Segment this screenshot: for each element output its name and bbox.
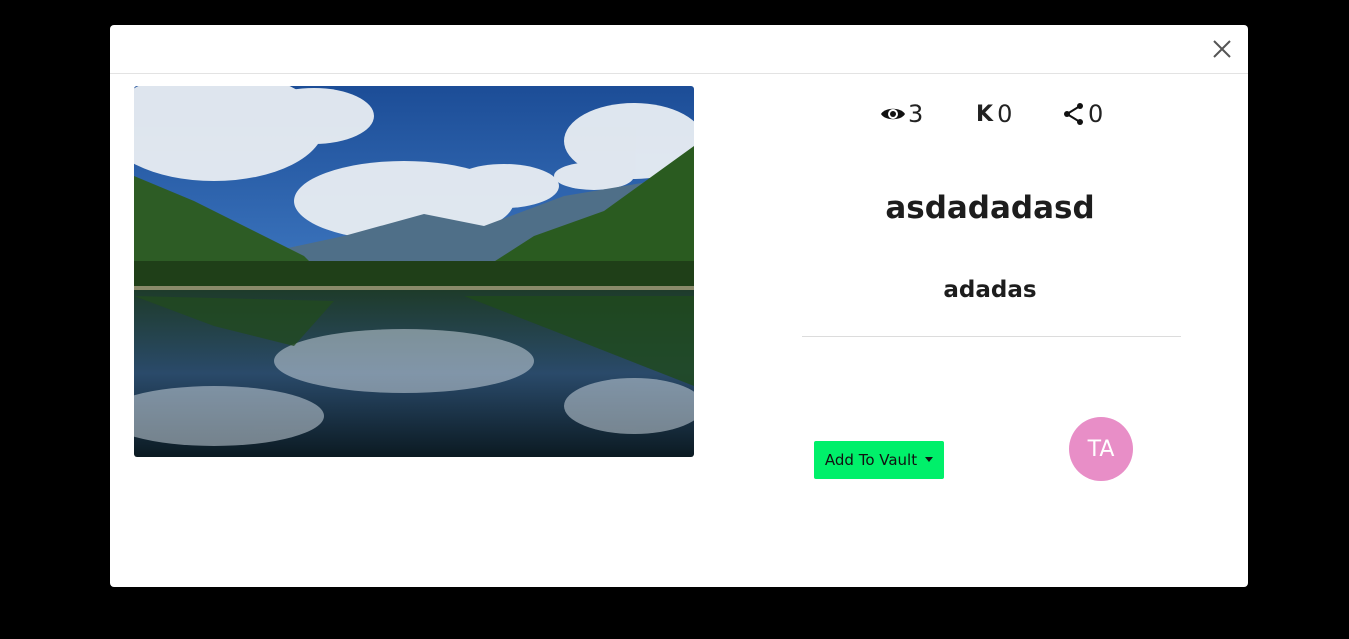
post-modal: 3 K 0 0 asdadadasd adadas Add To Vault T… <box>110 25 1248 587</box>
modal-header <box>110 25 1248 74</box>
shares-stat[interactable]: 0 <box>1062 100 1103 128</box>
add-to-vault-button[interactable]: Add To Vault <box>814 441 944 479</box>
eye-icon <box>881 108 905 120</box>
add-to-vault-label: Add To Vault <box>824 451 918 469</box>
post-subtitle: adadas <box>943 277 1037 303</box>
karma-stat: K 0 <box>976 100 1012 128</box>
post-image <box>134 86 694 457</box>
shares-count: 0 <box>1088 100 1104 128</box>
karma-count: 0 <box>997 100 1013 128</box>
share-icon <box>1064 103 1083 125</box>
caret-down-icon <box>925 456 934 462</box>
avatar-initials: TA <box>1087 436 1115 462</box>
karma-icon: K <box>976 101 994 127</box>
views-stat: 3 <box>880 100 923 128</box>
divider <box>802 336 1181 337</box>
post-title: asdadadasd <box>885 190 1095 226</box>
views-count: 3 <box>908 100 924 128</box>
close-icon <box>1213 40 1231 58</box>
author-avatar[interactable]: TA <box>1069 417 1133 481</box>
close-button[interactable] <box>1210 37 1234 61</box>
